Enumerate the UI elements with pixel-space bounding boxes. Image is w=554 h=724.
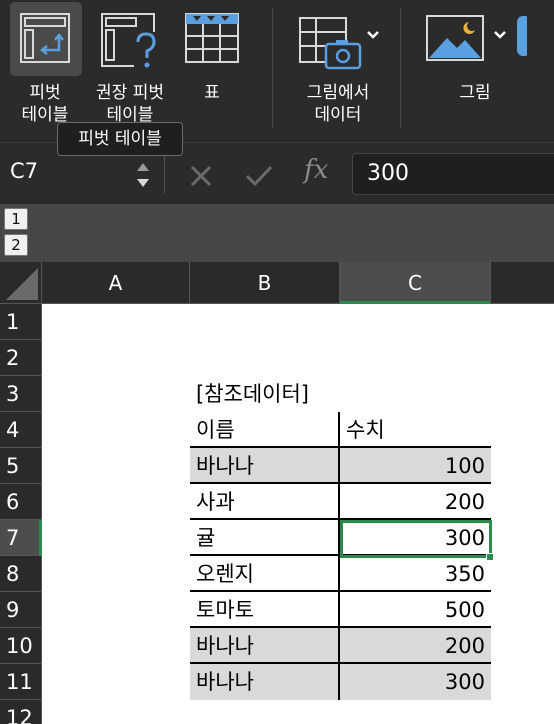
enter-check-icon[interactable]	[244, 163, 274, 189]
recommended-pivot-icon	[101, 13, 160, 70]
active-cell-selection[interactable]	[340, 520, 492, 558]
cell-value[interactable]: 200	[340, 628, 491, 664]
cell-area[interactable]: [참조데이터] 이름 수치 바나나 100 사과 200 귤 300 오렌지 3…	[42, 304, 554, 724]
from-data-label-1: 그림에서	[306, 83, 370, 103]
cell-name[interactable]: 토마토	[190, 592, 340, 628]
picture-icon	[426, 15, 527, 61]
table-icon	[185, 13, 239, 63]
cell-name[interactable]: 바나나	[190, 448, 340, 484]
row-header[interactable]: 12	[0, 700, 42, 724]
row-header[interactable]: 2	[0, 340, 42, 376]
column-header-c[interactable]: C	[340, 262, 491, 304]
row-header[interactable]: 3	[0, 376, 42, 412]
worksheet-grid: A B C 1 2 3 4 5 6 7 8 9 10 11 12 [참조데이터]…	[0, 262, 554, 724]
outline-level-2-button[interactable]: 2	[4, 234, 28, 256]
outline-bar: 1 2	[0, 204, 554, 262]
cell-value[interactable]: 350	[340, 556, 491, 592]
cell-value[interactable]: 100	[340, 448, 491, 484]
cell-name[interactable]: 귤	[190, 520, 340, 556]
pivot-label-1: 피벗	[29, 83, 61, 103]
insert-function-icon[interactable]: fx	[304, 155, 328, 185]
recommended-pivot-button[interactable]: 권장 피벗 테이블	[88, 0, 172, 142]
fill-handle[interactable]	[486, 553, 494, 561]
cell-value[interactable]: 200	[340, 484, 491, 520]
formula-separator	[164, 155, 165, 193]
tooltip: 피벗 테이블	[57, 122, 183, 156]
cell-c4-header-value[interactable]: 수치	[340, 412, 491, 448]
row-header[interactable]: 9	[0, 592, 42, 628]
picture-button[interactable]: 그림	[420, 0, 530, 142]
row-headers: 1 2 3 4 5 6 7 8 9 10 11 12	[0, 304, 42, 724]
row-header[interactable]: 1	[0, 304, 42, 340]
select-all-icon	[6, 268, 38, 300]
data-from-picture-button[interactable]: 그림에서 데이터	[292, 0, 384, 142]
data-from-picture-icon	[299, 17, 379, 70]
pivot-table-icon	[20, 13, 70, 63]
select-all-corner[interactable]	[0, 262, 42, 304]
cancel-icon[interactable]	[188, 163, 214, 189]
column-header-a[interactable]: A	[42, 262, 190, 304]
row-header[interactable]: 4	[0, 412, 42, 448]
cell-name[interactable]: 바나나	[190, 628, 340, 664]
formula-input[interactable]: 300	[352, 153, 554, 195]
ribbon: 피벗 테이블 권장 피벗 테이블 표 그림에서 데이터 그림	[0, 0, 554, 142]
row-header[interactable]: 8	[0, 556, 42, 592]
name-box[interactable]: C7	[0, 153, 160, 195]
outline-level-1-button[interactable]: 1	[4, 208, 28, 230]
recommended-label-1: 권장 피벗	[96, 83, 164, 103]
name-box-value: C7	[10, 159, 39, 183]
column-headers: A B C	[42, 262, 554, 304]
ribbon-separator	[272, 8, 273, 128]
formula-value: 300	[367, 161, 409, 186]
row-header[interactable]: 5	[0, 448, 42, 484]
cell-name[interactable]: 사과	[190, 484, 340, 520]
from-data-label-2: 데이터	[314, 105, 362, 125]
cell-name[interactable]: 바나나	[190, 664, 340, 700]
table-button[interactable]: 표	[178, 0, 246, 142]
row-header-selected[interactable]: 7	[0, 520, 42, 556]
picture-label: 그림	[459, 83, 491, 103]
cell-value[interactable]: 500	[340, 592, 491, 628]
column-header-b[interactable]: B	[190, 262, 340, 304]
row-header[interactable]: 6	[0, 484, 42, 520]
name-box-stepper-icon[interactable]	[134, 159, 152, 191]
cell-value[interactable]: 300	[340, 664, 491, 700]
row-header[interactable]: 11	[0, 664, 42, 700]
ribbon-separator	[400, 8, 401, 128]
table-label: 표	[204, 83, 220, 103]
pivot-table-button[interactable]: 피벗 테이블	[8, 0, 82, 142]
row-header[interactable]: 10	[0, 628, 42, 664]
cell-b3-title[interactable]: [참조데이터]	[190, 376, 390, 412]
cell-name[interactable]: 오렌지	[190, 556, 340, 592]
column-header-d[interactable]	[491, 262, 554, 304]
cell-b4-header-name[interactable]: 이름	[190, 412, 340, 448]
